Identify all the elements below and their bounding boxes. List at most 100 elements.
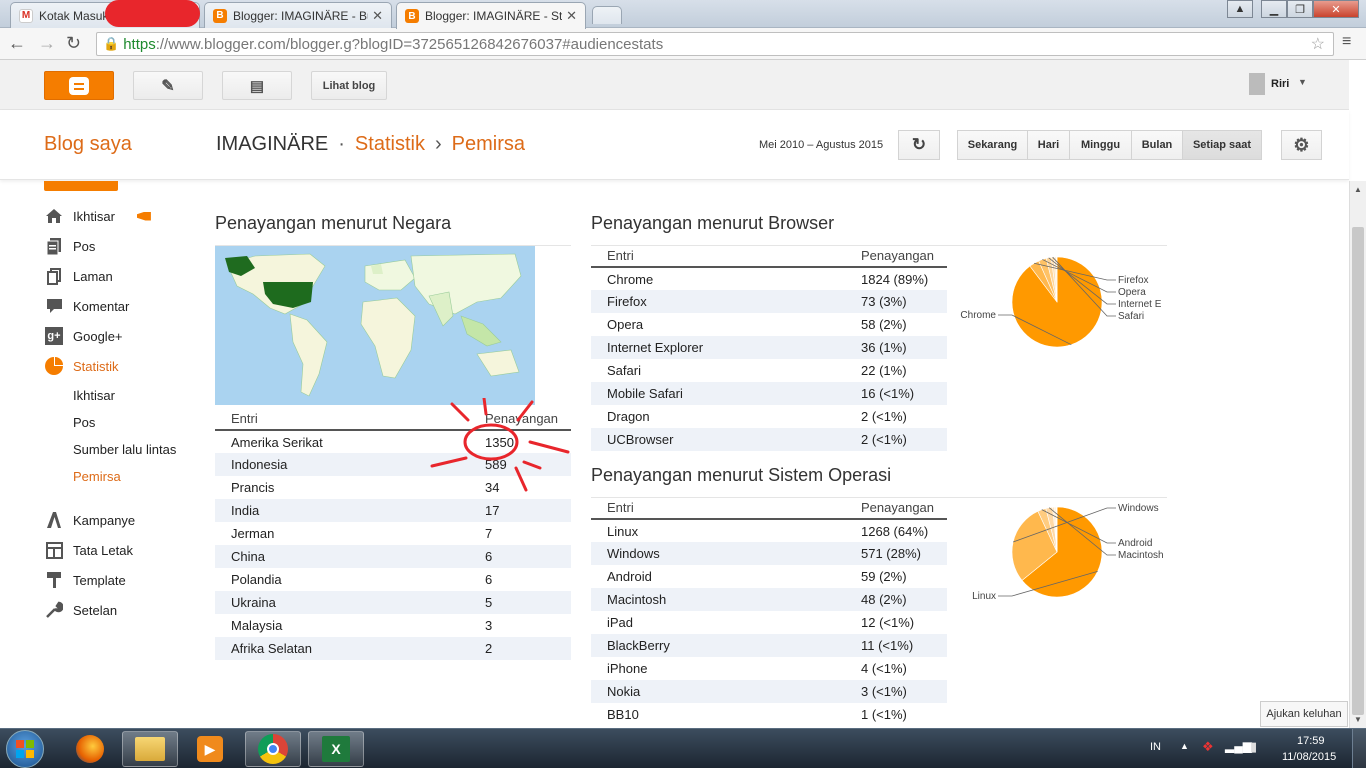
- pie-label: Chrome: [960, 310, 996, 321]
- sidebar-item-campaigns[interactable]: Kampanye: [44, 511, 135, 529]
- views-cell: 6: [485, 572, 493, 587]
- entry-cell: UCBrowser: [591, 428, 845, 451]
- taskbar-media-player[interactable]: ▶: [182, 731, 238, 767]
- table-row: Mobile Safari 16 (<1%): [591, 382, 947, 405]
- entry-cell: Dragon: [607, 409, 650, 424]
- sidebar-item-google-plus[interactable]: g+ Google+: [44, 327, 123, 345]
- clock-date[interactable]: 11/08/2015: [1282, 751, 1336, 763]
- red-scribble-annotation: [430, 398, 570, 492]
- user-icon[interactable]: ▲: [1227, 0, 1253, 18]
- sidebar-subitem-overview[interactable]: Ikhtisar: [73, 388, 115, 403]
- posts-icon: [44, 237, 64, 255]
- sidebar-item-pages[interactable]: Laman: [44, 267, 113, 285]
- clock-time[interactable]: 17:59: [1297, 735, 1325, 747]
- views-cell: 16 (<1%): [845, 382, 947, 405]
- posts-list-button[interactable]: ▤: [222, 71, 292, 100]
- range-all-time-button[interactable]: Setiap saat: [1182, 130, 1262, 160]
- taskbar-explorer[interactable]: [122, 731, 178, 767]
- sidebar-item-posts[interactable]: Pos: [44, 237, 95, 255]
- home-icon: [44, 207, 64, 225]
- new-post-button[interactable]: ✎: [133, 71, 203, 100]
- documents-icon: ▤: [249, 77, 265, 95]
- range-week-button[interactable]: Minggu: [1069, 130, 1132, 160]
- sidebar-item-overview[interactable]: Ikhtisar: [44, 207, 151, 225]
- google-plus-icon: g+: [44, 327, 64, 345]
- table-row: Windows 571 (28%): [591, 542, 947, 565]
- scrollbar[interactable]: ▲ ▼: [1349, 181, 1366, 728]
- battery-icon[interactable]: ▮: [1250, 739, 1257, 755]
- reload-icon[interactable]: ↻: [66, 33, 81, 54]
- pie-label: Macintosh: [1118, 550, 1164, 561]
- taskbar-chrome[interactable]: [245, 731, 301, 767]
- entry-cell: Linux: [607, 523, 639, 539]
- chevron-down-icon[interactable]: ▼: [1298, 77, 1307, 87]
- sidebar-subitem-audience[interactable]: Pemirsa: [73, 469, 121, 484]
- sidebar-item-settings[interactable]: Setelan: [44, 601, 117, 619]
- pie-label: Opera: [1118, 287, 1146, 298]
- range-now-button[interactable]: Sekarang: [957, 130, 1028, 160]
- world-map[interactable]: [215, 246, 535, 405]
- table-row: iPad 12 (<1%): [591, 611, 947, 634]
- breadcrumb-stats[interactable]: Statistik: [355, 133, 425, 156]
- dropbox-icon[interactable]: ❖: [1202, 739, 1214, 755]
- feedback-button[interactable]: Ajukan keluhan: [1260, 701, 1348, 727]
- taskbar-firefox[interactable]: [62, 731, 118, 767]
- entry-cell: China: [215, 545, 469, 568]
- sidebar-subitem-traffic[interactable]: Sumber lalu lintas: [73, 442, 176, 457]
- settings-button[interactable]: ⚙: [1281, 130, 1322, 160]
- views-cell: 17: [469, 499, 571, 522]
- pie-label: Internet E: [1118, 299, 1162, 310]
- redaction-mark: [105, 0, 200, 27]
- os-table: Entri Penayangan Linux 1268 (64%) Windows 5…: [591, 497, 947, 726]
- tab-blogger-posts[interactable]: B Blogger: IMAGINÄRE - Bu ✕: [204, 2, 392, 28]
- windows-taskbar: ▶ X IN ▲ ❖ ▂▄▆ ▮ 17:59 11/08/2015: [0, 728, 1366, 768]
- tab-blogger-stats[interactable]: B Blogger: IMAGINÄRE - Sta ✕: [396, 2, 586, 29]
- view-blog-button[interactable]: Lihat blog: [311, 71, 387, 100]
- os-pie-chart: Linux Windows AndroidMacintosh: [972, 503, 1164, 602]
- scroll-down-icon[interactable]: ▼: [1354, 715, 1362, 724]
- blogger-logo-button[interactable]: [44, 71, 114, 100]
- scroll-up-icon[interactable]: ▲: [1354, 185, 1362, 194]
- close-icon[interactable]: ✕: [566, 8, 577, 24]
- language-indicator[interactable]: IN: [1150, 741, 1161, 753]
- refresh-button[interactable]: ↻: [898, 130, 940, 160]
- bookmark-star-icon[interactable]: ☆: [1311, 34, 1325, 54]
- range-day-button[interactable]: Hari: [1027, 130, 1070, 160]
- page-title: Pemirsa: [451, 133, 525, 155]
- column-header: Entri: [591, 245, 845, 268]
- sidebar-item-layout[interactable]: Tata Letak: [44, 541, 133, 559]
- sidebar-item-label: Laman: [73, 268, 113, 284]
- firefox-icon: [76, 735, 104, 763]
- back-icon[interactable]: ←: [8, 33, 26, 54]
- range-month-button[interactable]: Bulan: [1131, 130, 1183, 160]
- sidebar-subitem-posts[interactable]: Pos: [73, 415, 95, 430]
- close-window-button[interactable]: ✕: [1313, 0, 1359, 18]
- browser-pie-chart: Chrome FirefoxOperaInternet ESafari: [960, 256, 1162, 348]
- menu-icon[interactable]: ≡: [1342, 33, 1351, 51]
- show-hidden-icons-icon[interactable]: ▲: [1180, 741, 1189, 751]
- user-name[interactable]: Riri: [1271, 78, 1289, 90]
- show-desktop-button[interactable]: [1352, 729, 1366, 768]
- sidebar-item-stats[interactable]: Statistik: [44, 357, 119, 375]
- new-post-tab-edge: [44, 181, 118, 191]
- wrench-icon: [44, 601, 64, 619]
- new-tab-button[interactable]: [592, 6, 622, 24]
- views-cell: 73 (3%): [845, 290, 947, 313]
- close-icon[interactable]: ✕: [372, 8, 383, 24]
- avatar[interactable]: [1249, 73, 1265, 95]
- scrollbar-thumb[interactable]: [1352, 227, 1364, 715]
- sidebar-item-template[interactable]: Template: [44, 571, 126, 589]
- sidebar-item-comments[interactable]: Komentar: [44, 297, 129, 315]
- refresh-icon: ↻: [911, 135, 927, 154]
- forward-icon[interactable]: →: [38, 33, 56, 54]
- minimize-button[interactable]: ▁: [1261, 0, 1287, 18]
- views-cell: 12 (<1%): [861, 615, 915, 630]
- maximize-button[interactable]: ❐: [1287, 0, 1313, 18]
- taskbar-excel[interactable]: X: [308, 731, 364, 767]
- address-bar[interactable]: 🔒 https ://www.blogger.com/blogger.g?blo…: [96, 32, 1334, 56]
- views-cell: 22 (1%): [861, 363, 907, 378]
- network-signal-icon[interactable]: ▂▄▆: [1225, 739, 1252, 753]
- start-button[interactable]: [6, 730, 44, 768]
- views-cell: 3 (<1%): [845, 680, 947, 703]
- my-blogs-link[interactable]: Blog saya: [44, 133, 132, 156]
